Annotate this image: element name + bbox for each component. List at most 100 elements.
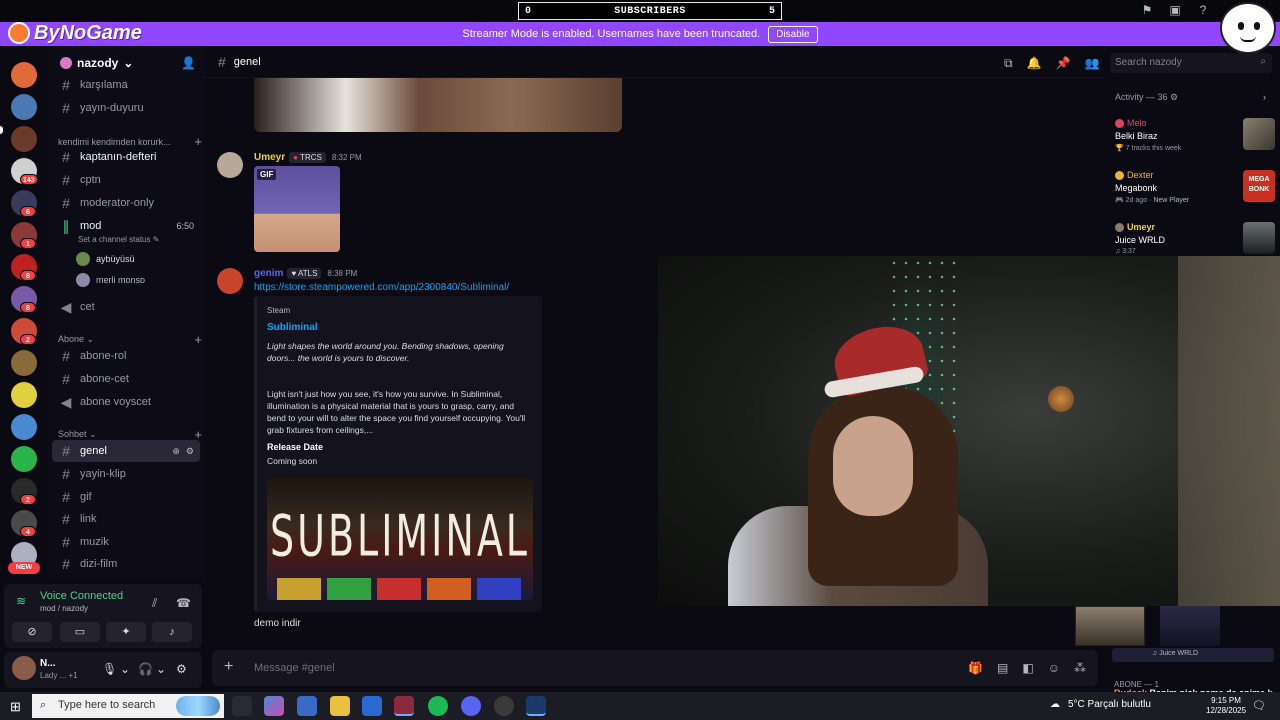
outlook-icon[interactable] [362,696,382,716]
channel-dizi-film[interactable]: # dizi-film [52,553,200,575]
embed-title[interactable]: Subliminal [267,322,318,333]
sticker-icon[interactable]: ◧ [1022,661,1033,675]
server-icon[interactable] [11,382,37,408]
help-icon[interactable]: ? [1196,3,1210,17]
embed-image[interactable]: SUBLIMINAL [267,476,533,600]
avatar[interactable] [217,152,243,178]
steam-link[interactable]: https://store.steampowered.com/app/23008… [254,282,509,293]
previous-image-attachment[interactable] [254,78,622,132]
chevron-right-icon[interactable]: › [1263,92,1266,102]
windows-taskbar: ⊞ ⌕ Type here to search ☁ 5°C Parçalı bu… [0,692,1280,720]
soundboard-button[interactable]: ♪ [152,622,192,642]
chevron-down-icon[interactable]: ⌄ [156,662,166,676]
hash-icon: # [62,466,70,482]
message-composer[interactable]: + Message #genel 🎁 ▤ ◧ ☺ ⁂ [212,650,1098,686]
gear-icon[interactable]: ⚙ [176,662,187,676]
pin-icon[interactable]: 📌 [1056,56,1071,71]
channel-gif[interactable]: # gif [52,486,200,508]
channel-label: kaptanın-defteri [80,151,157,163]
task-view-icon[interactable] [232,696,252,716]
headphones-icon[interactable]: 🎧 [138,662,153,676]
channel-abone-rol[interactable]: # abone-rol [52,345,200,367]
spotify-icon[interactable] [428,696,448,716]
gif-icon[interactable]: ▤ [997,661,1008,675]
gear-icon[interactable]: ⚙ [186,446,194,457]
camera-off-button[interactable]: ⊘ [12,622,52,642]
emoji-icon[interactable]: ☺ [1048,661,1060,675]
steam-icon[interactable] [526,696,546,716]
channel-cptn[interactable]: # cptn [52,169,200,191]
voice-status[interactable]: Voice Connected [40,590,123,602]
channel-yayin-klip[interactable]: # yayin-klip [52,463,200,485]
server-header[interactable]: nazody ⌄ 👤 [60,56,196,70]
server-icon[interactable] [11,446,37,472]
channel-cet[interactable]: ◀ cet [52,296,200,318]
webcam-feed [658,256,1280,606]
flag-icon[interactable]: ⚑ [1140,3,1154,17]
channel-abone-voyscet[interactable]: ◀ abone voyscet [52,391,200,413]
clock[interactable]: 9:15 PM 12/28/2025 [1206,696,1246,716]
threads-icon[interactable]: ⧉ [1004,56,1013,71]
voice-channel-mod[interactable]: ∥ mod 6:50 [52,215,200,237]
upload-plus-icon[interactable]: + [224,658,233,676]
file-explorer-icon[interactable] [330,696,350,716]
channel-label: abone-cet [80,373,129,385]
voice-user[interactable]: merli monso [76,273,145,287]
obs-icon[interactable] [494,696,514,716]
channel-status-text[interactable]: Set a channel status ✎ [78,235,159,244]
channel-karsilama[interactable]: # karşılama [52,74,200,96]
taskbar-search-input[interactable]: ⌕ Type here to search [32,694,224,718]
apps-icon[interactable]: ⁂ [1074,661,1086,675]
server-icon[interactable] [11,414,37,440]
user-status: Lady ... +1 [40,671,78,680]
discord-icon[interactable] [461,696,481,716]
server-icon[interactable] [11,62,37,88]
channel-genel[interactable]: # genel ⊕ ⚙ [52,440,200,462]
copilot-icon[interactable] [264,696,284,716]
avatar[interactable] [12,656,36,680]
guild-tag[interactable]: ● TRCS [289,152,326,163]
invite-icon[interactable]: 👤 [181,56,196,70]
weather-widget[interactable]: ☁ 5°C Parçalı bulutlu [1050,699,1151,710]
screen-share-button[interactable]: ▭ [60,622,100,642]
gif-attachment[interactable]: GIF [254,166,340,252]
app-icon[interactable] [394,696,414,716]
members-icon[interactable]: 👥 [1084,56,1099,71]
disconnect-icon[interactable]: ☎ [176,596,191,610]
notification-icon[interactable]: 🗨 [1252,699,1266,712]
message-input[interactable]: Message #genel [254,662,335,674]
guild-tag[interactable]: ♥ ATLS [287,268,322,279]
windows-start-icon[interactable]: ⊞ [10,699,21,715]
activity-header[interactable]: Activity — 36 ⚙ › [1115,92,1266,103]
channel-muzik[interactable]: # muzik [52,531,200,553]
channel-kaptanin-defteri[interactable]: # kaptanın-defteri [52,146,200,168]
noise-suppression-icon[interactable]: ⫽ [152,596,157,611]
add-member-icon[interactable]: ⊕ [172,446,180,457]
microphone-icon[interactable]: 🎙 [102,662,117,676]
voice-location[interactable]: mod / nazody [40,604,88,613]
server-icon[interactable] [11,126,37,152]
activity-item[interactable]: Dexter Megabonk 🎮 2d ago · New Player ME… [1115,170,1275,208]
author-name[interactable]: genim [254,268,283,279]
activities-button[interactable]: ✦ [106,622,146,642]
store-icon[interactable] [297,696,317,716]
bell-icon[interactable]: 🔔 [1027,56,1042,71]
server-icon[interactable] [11,350,37,376]
chevron-down-icon[interactable]: ⌄ [120,662,130,676]
activity-title: Belki Biraz [1115,131,1158,141]
activity-item[interactable]: Umeyr Juice WRLD ♫ 3:37 [1115,222,1275,260]
disable-streamer-mode-button[interactable]: Disable [768,25,818,43]
screen-share-icon[interactable]: ▣ [1168,3,1182,17]
avatar[interactable] [217,268,243,294]
voice-user[interactable]: aybüyüsü [76,252,135,266]
channel-yayin-duyuru[interactable]: # yayın-duyuru [52,97,200,119]
author-name[interactable]: Umeyr [254,152,285,163]
user-name[interactable]: N... [40,658,56,669]
channel-abone-cet[interactable]: # abone-cet [52,368,200,390]
gift-icon[interactable]: 🎁 [968,661,983,675]
activity-item[interactable]: Melo Belki Biraz 🏆 7 tracks this week [1115,118,1275,156]
search-input[interactable]: Search nazody ⌕ [1110,53,1272,73]
server-icon[interactable] [11,94,37,120]
channel-moderator-only[interactable]: # moderator-only [52,192,200,214]
channel-link[interactable]: # link [52,508,200,530]
